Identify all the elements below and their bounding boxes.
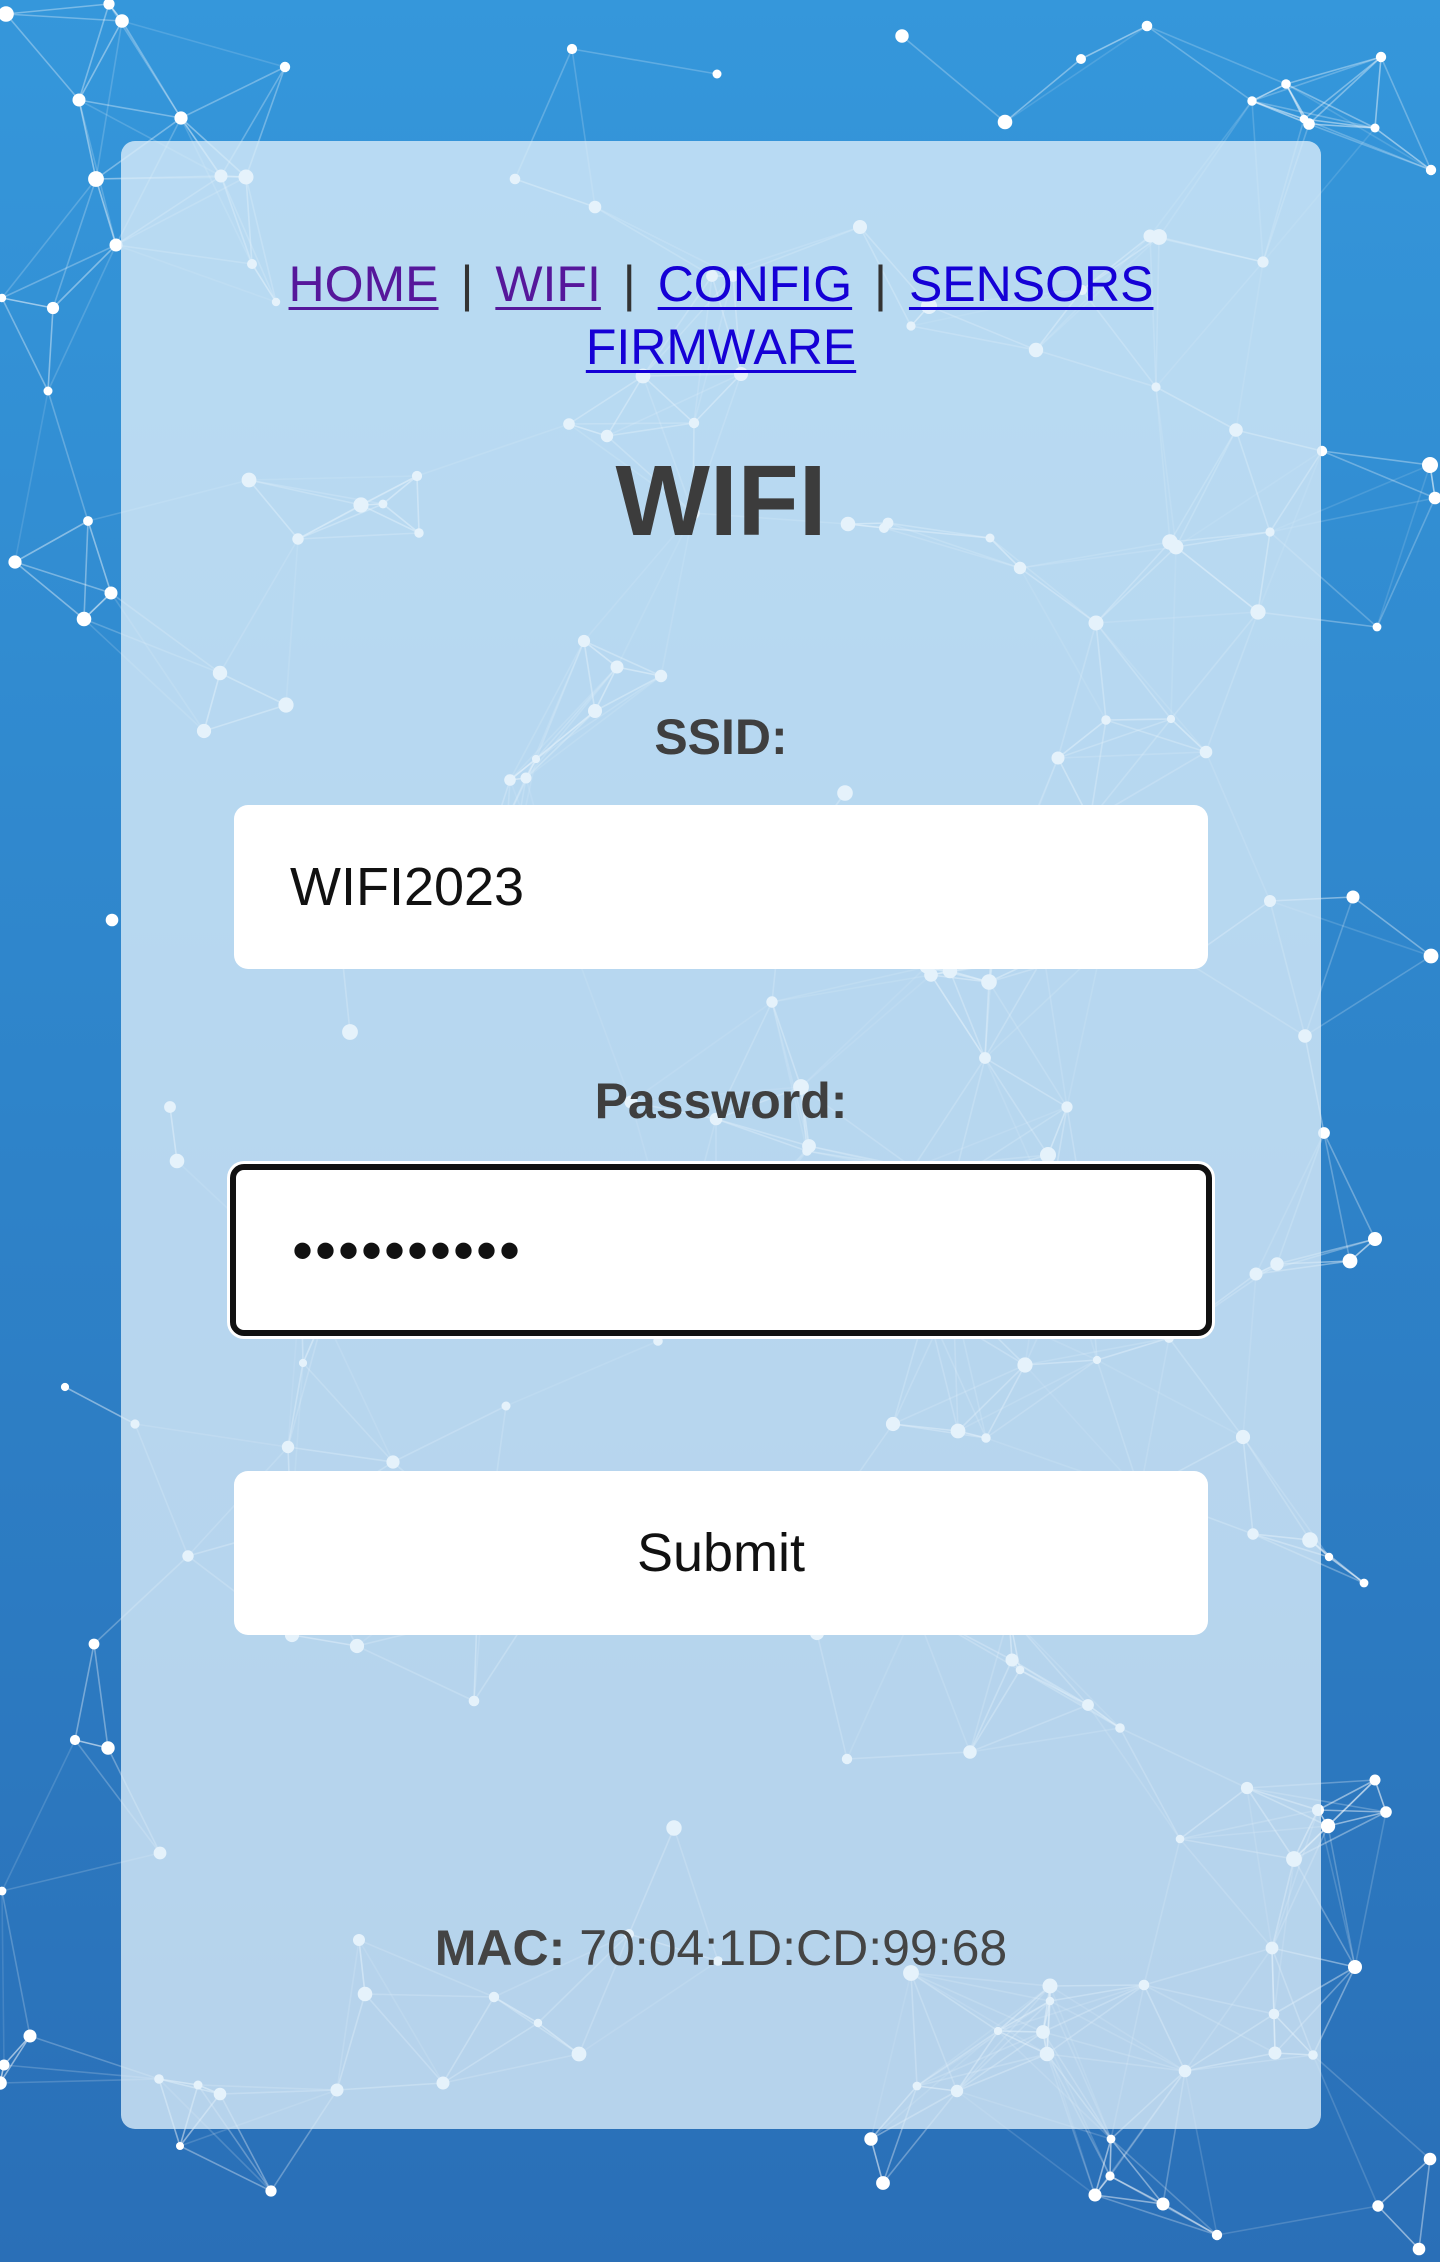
ssid-label: SSID: [654, 709, 788, 765]
nav-link-wifi[interactable]: WIFI [495, 256, 601, 312]
nav-link-sensors[interactable]: SENSORS [909, 256, 1154, 312]
ssid-input[interactable] [234, 805, 1208, 969]
top-nav: HOME | WIFI | CONFIG | SENSORS FIRMWARE [121, 253, 1321, 379]
nav-separator: | [874, 256, 888, 312]
nav-separator: | [460, 256, 474, 312]
page-title: WIFI [615, 445, 827, 557]
nav-link-firmware[interactable]: FIRMWARE [586, 319, 856, 375]
nav-link-home[interactable]: HOME [289, 256, 439, 312]
wifi-config-card: HOME | WIFI | CONFIG | SENSORS FIRMWARE … [121, 141, 1321, 2129]
nav-separator: | [622, 256, 636, 312]
mac-value: 70:04:1D:CD:99:68 [579, 1920, 1008, 1976]
mac-label: MAC: [434, 1920, 566, 1976]
password-label: Password: [594, 1073, 848, 1129]
nav-link-config[interactable]: CONFIG [658, 256, 852, 312]
mac-address: MAC: 70:04:1D:CD:99:68 [121, 1923, 1321, 1973]
password-masked-value: •••••••••• [292, 1216, 523, 1284]
password-input[interactable]: •••••••••• [230, 1164, 1212, 1336]
submit-button[interactable]: Submit [234, 1471, 1208, 1635]
